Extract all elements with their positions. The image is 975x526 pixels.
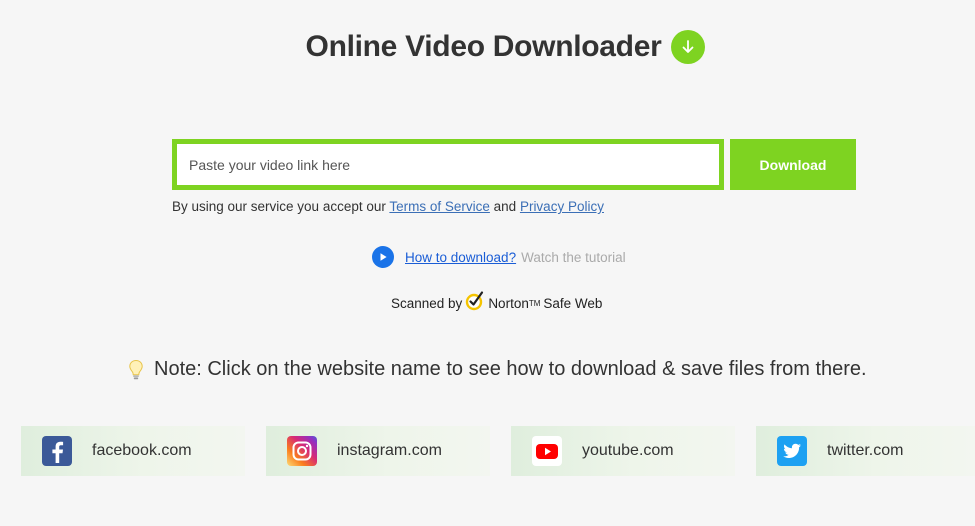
howto-row: How to download? Watch the tutorial — [372, 246, 626, 268]
site-list: facebook.com instagram.com youtube.com t… — [21, 426, 975, 476]
terms-and: and — [489, 199, 520, 214]
site-label-youtube: youtube.com — [582, 442, 674, 459]
norton-badge: Scanned by Norton TM Safe Web — [391, 291, 603, 311]
site-card-facebook[interactable]: facebook.com — [21, 426, 245, 476]
site-card-youtube[interactable]: youtube.com — [511, 426, 735, 476]
youtube-icon — [532, 436, 562, 466]
site-label-twitter: twitter.com — [827, 442, 904, 459]
page-header: Online Video Downloader — [0, 30, 975, 64]
instagram-icon — [287, 436, 317, 466]
site-label-facebook: facebook.com — [92, 442, 192, 459]
site-card-instagram[interactable]: instagram.com — [266, 426, 490, 476]
facebook-icon — [42, 436, 72, 466]
page-title: Online Video Downloader — [305, 30, 662, 63]
site-label-instagram: instagram.com — [337, 442, 442, 459]
trademark-mark: TM — [528, 298, 541, 308]
twitter-icon — [777, 436, 807, 466]
arrow-down-circle-icon — [671, 30, 706, 64]
privacy-policy-link[interactable]: Privacy Policy — [520, 199, 604, 214]
video-link-input[interactable] — [172, 139, 724, 190]
site-card-twitter[interactable]: twitter.com — [756, 426, 975, 476]
terms-prefix: By using our service you accept our — [172, 199, 390, 214]
watch-tutorial-text: Watch the tutorial — [521, 249, 626, 265]
safe-web-text: Safe Web — [543, 295, 603, 311]
play-circle-icon[interactable] — [372, 246, 394, 268]
terms-of-service-link[interactable]: Terms of Service — [389, 199, 490, 214]
note-text: Note: Click on the website name to see h… — [154, 358, 867, 380]
lightbulb-icon — [128, 359, 144, 381]
norton-check-icon — [464, 289, 486, 311]
note-row: Note: Click on the website name to see h… — [128, 358, 867, 381]
scanned-by-text: Scanned by — [391, 295, 463, 311]
terms-notice: By using our service you accept our Term… — [172, 199, 604, 214]
download-button[interactable]: Download — [730, 139, 856, 190]
url-form: Download — [172, 139, 856, 190]
norton-brand: Norton — [488, 295, 529, 311]
how-to-download-link[interactable]: How to download? — [405, 250, 516, 265]
